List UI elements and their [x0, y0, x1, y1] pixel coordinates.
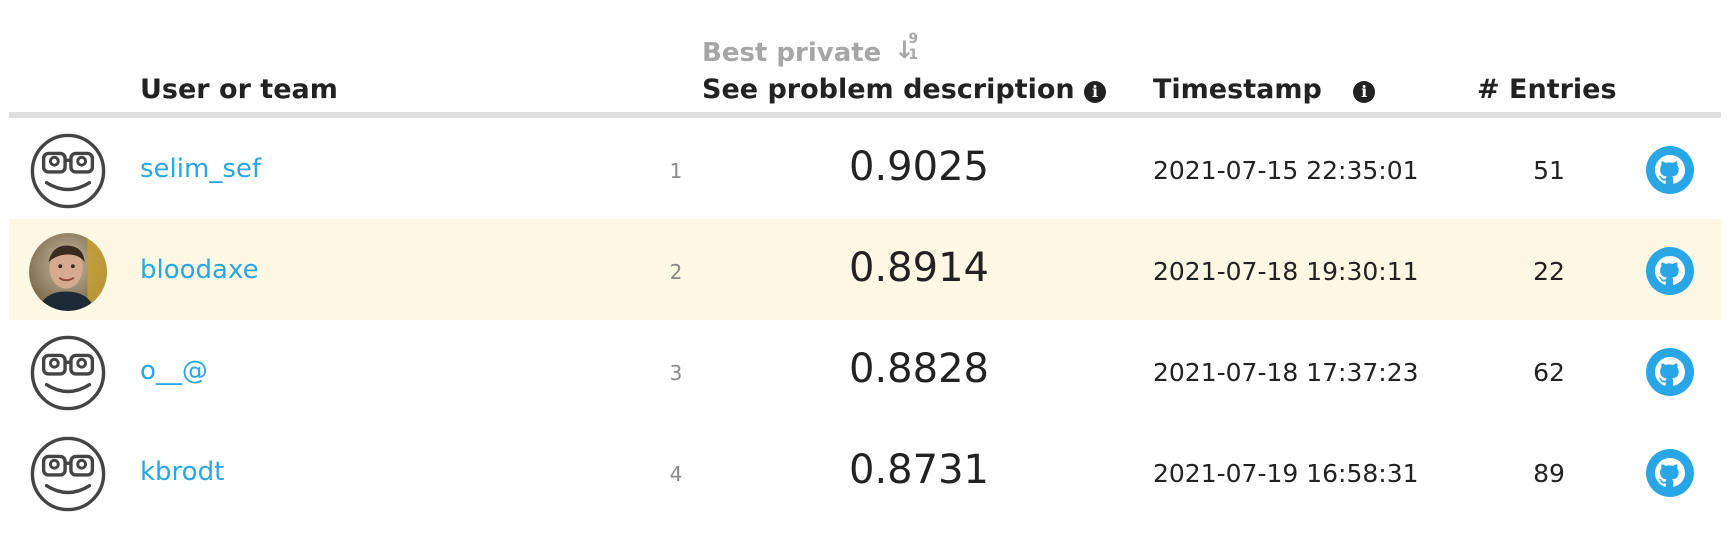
rank: 1 — [669, 159, 683, 183]
github-icon[interactable] — [1646, 449, 1694, 497]
team-name-link[interactable]: kbrodt — [140, 457, 224, 487]
user-photo — [29, 233, 107, 311]
sort-indicator[interactable]: Best private ↓ 9 1 — [702, 31, 920, 68]
table-row: selim_sef 1 0.9025 2021-07-15 22:35:01 5… — [9, 118, 1721, 219]
entries-count: 89 — [1533, 459, 1565, 488]
score: 0.8731 — [849, 447, 989, 493]
score: 0.9025 — [849, 144, 989, 190]
github-icon[interactable] — [1646, 348, 1694, 396]
rank: 4 — [669, 462, 683, 486]
rank: 3 — [669, 361, 683, 385]
sort-numeric-down-icon: ↓ 9 1 — [894, 31, 919, 64]
timestamp: 2021-07-19 16:58:31 — [1153, 459, 1419, 488]
column-header-timestamp: Timestamp i — [1153, 74, 1376, 105]
github-icon[interactable] — [1646, 146, 1694, 194]
info-icon[interactable]: i — [1353, 81, 1376, 103]
timestamp: 2021-07-18 19:30:11 — [1153, 257, 1419, 286]
table-row: bloodaxe 2 0.8914 2021-07-18 19:30:11 22 — [9, 219, 1721, 320]
info-icon[interactable]: i — [1084, 81, 1107, 103]
leaderboard: User or team Best private ↓ 9 1 See prob… — [9, 0, 1721, 522]
timestamp: 2021-07-15 22:35:01 — [1153, 156, 1419, 185]
column-header-user: User or team — [140, 74, 338, 105]
entries-count: 51 — [1533, 156, 1565, 185]
team-name-link[interactable]: bloodaxe — [140, 255, 259, 285]
entries-count: 62 — [1533, 358, 1565, 387]
team-name-link[interactable]: o__@ — [140, 356, 208, 386]
column-header-entries: # Entries — [1477, 74, 1617, 105]
github-icon[interactable] — [1646, 247, 1694, 295]
entries-count: 22 — [1533, 257, 1565, 286]
score: 0.8914 — [849, 245, 989, 291]
default-avatar-icon — [29, 334, 107, 412]
default-avatar-icon — [29, 435, 107, 513]
team-name-link[interactable]: selim_sef — [140, 154, 261, 184]
sort-label: Best private — [702, 38, 882, 68]
score: 0.8828 — [849, 346, 989, 392]
leaderboard-header: User or team Best private ↓ 9 1 See prob… — [9, 0, 1721, 118]
table-row: o__@ 3 0.8828 2021-07-18 17:37:23 62 — [9, 320, 1721, 421]
table-row: kbrodt 4 0.8731 2021-07-19 16:58:31 89 — [9, 421, 1721, 522]
timestamp: 2021-07-18 17:37:23 — [1153, 358, 1419, 387]
timestamp-column-label: Timestamp — [1153, 74, 1322, 105]
rank: 2 — [669, 260, 683, 284]
score-column-label: See problem description — [702, 74, 1075, 105]
default-avatar-icon — [29, 132, 107, 210]
column-header-score[interactable]: See problem description i — [702, 74, 1107, 105]
